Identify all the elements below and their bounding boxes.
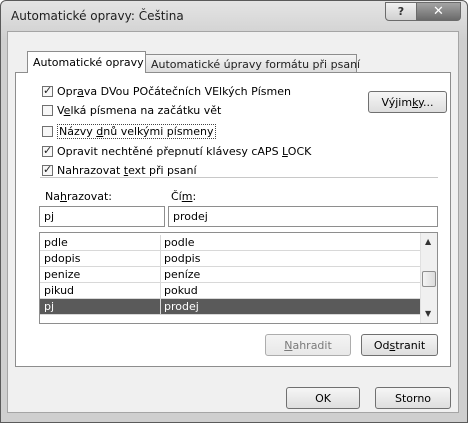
help-button[interactable]: ?	[385, 2, 417, 21]
tab-label: Automatické úpravy formátu při psaní	[151, 57, 361, 71]
window-title: Automatické opravy: Čeština	[11, 9, 184, 23]
autocorrect-entries-list[interactable]: pdle podle pdopis podpis penize peníze piku…	[39, 232, 438, 324]
list-item[interactable]: pdopis podpis	[40, 251, 420, 267]
with-label: Čím:	[171, 190, 197, 203]
checkbox-box[interactable]	[42, 163, 53, 176]
close-icon: ✕	[433, 4, 444, 19]
replace-input[interactable]: pj	[39, 206, 165, 227]
tab-autocorrect[interactable]: Automatické opravy	[27, 51, 146, 73]
button-label: Odstranit	[373, 338, 426, 352]
vertical-scrollbar[interactable]: ▲ ▼	[420, 233, 437, 323]
replace-label: Nahrazovat:	[45, 190, 113, 203]
scroll-up-arrow-icon[interactable]: ▲	[425, 237, 431, 246]
help-icon: ?	[397, 5, 405, 18]
delete-button[interactable]: Odstranit	[361, 334, 438, 356]
checkbox-box[interactable]	[42, 126, 53, 137]
checkbox-label: Opravit nechtěné přepnutí klávesy cAPS L…	[57, 145, 312, 158]
checkbox-replace-text-as-you-type[interactable]: Nahrazovat text při psaní	[42, 163, 201, 177]
checkbox-capitalize-day-names[interactable]: Názvy dnů velkými písmeny	[42, 124, 216, 139]
cancel-button[interactable]: Storno	[375, 387, 451, 409]
tab-label: Automatické opravy	[33, 56, 144, 69]
checkbox-box[interactable]	[42, 144, 53, 157]
close-button[interactable]: ✕	[416, 2, 461, 21]
exceptions-button[interactable]: Výjimky...	[368, 91, 447, 113]
list-item-selected[interactable]: pj prodej	[40, 299, 420, 315]
checkbox-capitalize-sentences[interactable]: Velká písmena na začátku vět	[42, 104, 221, 117]
list-item[interactable]: pikud pokud	[40, 283, 420, 299]
checkbox-label: Velká písmena na začátku vět	[57, 104, 222, 117]
checkbox-label: Oprava DVou POčátečních VElkých Písmen	[57, 85, 291, 98]
button-label: Výjimky...	[381, 95, 434, 109]
checkbox-two-initial-capitals[interactable]: Oprava DVou POčátečních VElkých Písmen	[42, 84, 291, 98]
scroll-thumb[interactable]	[422, 271, 436, 287]
checkbox-label: Nahrazovat text při psaní	[57, 164, 197, 177]
list-item[interactable]: penize peníze	[40, 267, 420, 283]
with-input[interactable]: prodej	[168, 206, 438, 227]
tab-autoformat-as-you-type[interactable]: Automatické úpravy formátu při psaní	[145, 54, 361, 73]
group-divider	[40, 177, 438, 178]
checkbox-box[interactable]	[42, 84, 53, 97]
checkbox-correct-caps-lock[interactable]: Opravit nechtěné přepnutí klávesy cAPS L…	[42, 144, 312, 158]
replace-button[interactable]: Nahradit	[265, 334, 351, 356]
checkbox-box[interactable]	[42, 105, 53, 116]
list-item[interactable]: pdle podle	[40, 235, 420, 251]
button-label: OK	[315, 391, 331, 405]
ok-button[interactable]: OK	[286, 387, 360, 409]
scroll-down-arrow-icon[interactable]: ▼	[425, 309, 431, 318]
checkbox-label: Názvy dnů velkými písmeny	[57, 124, 216, 139]
title-bar[interactable]: Automatické opravy: Čeština ? ✕	[1, 1, 467, 31]
button-label: Storno	[394, 391, 432, 405]
button-label: Nahradit	[284, 338, 332, 352]
